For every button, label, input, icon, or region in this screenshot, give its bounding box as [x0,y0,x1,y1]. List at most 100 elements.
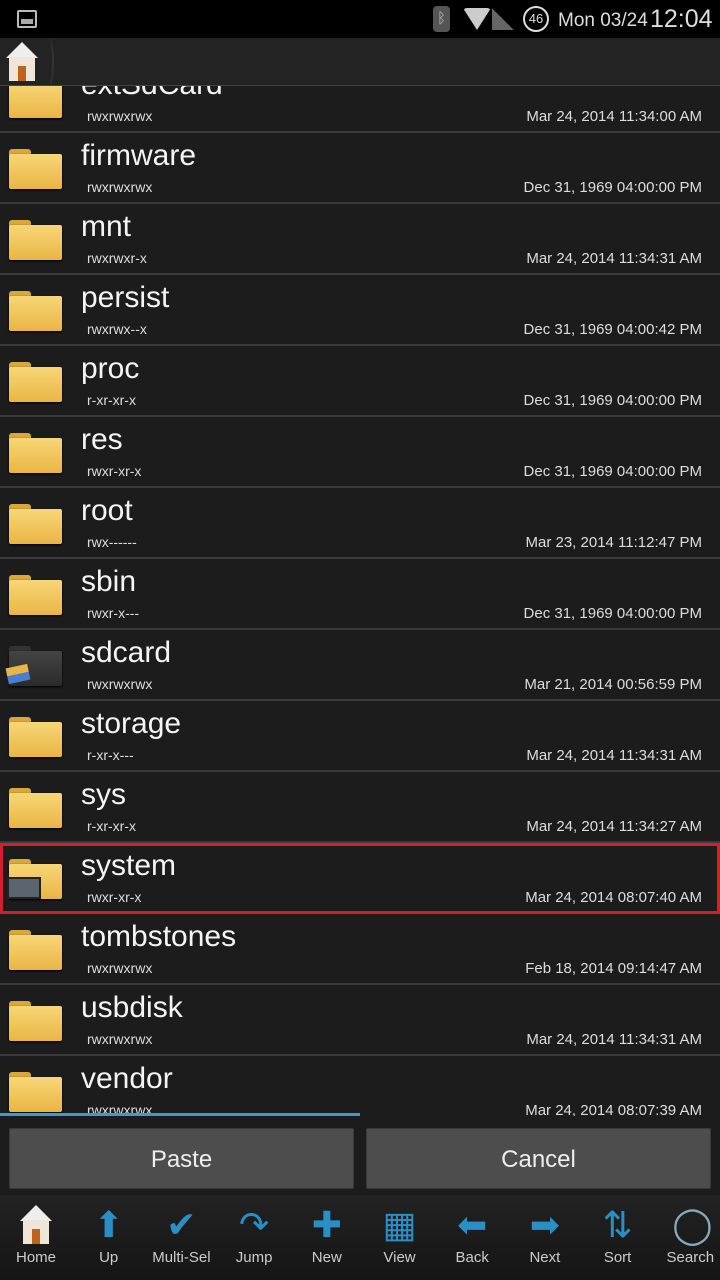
file-name: sbin [81,565,137,598]
file-name: extSdCard [81,86,223,102]
file-modified: Dec 31, 1969 04:00:00 PM [523,179,702,196]
file-modified: Dec 31, 1969 04:00:00 PM [523,392,702,409]
folder-icon [9,575,62,615]
file-name: persist [81,281,170,314]
folder-icon [9,433,62,473]
toolbar-search-button[interactable]: ◯ Search [654,1195,720,1280]
file-permissions: rwxrwxrwx [87,960,153,976]
file-modified: Mar 24, 2014 11:34:00 AM [526,108,702,125]
file-name: sdcard [81,636,172,669]
status-time: 12:04 [650,5,713,33]
file-modified: Mar 24, 2014 11:34:27 AM [526,818,702,835]
toolbar-view-button[interactable]: ▦ View [364,1195,436,1280]
file-name: vendor [81,1062,173,1095]
wifi-icon [463,8,491,30]
file-modified: Feb 18, 2014 09:14:47 AM [525,960,702,977]
up-arrow-icon: ⬆ [93,1204,124,1245]
file-name: tombstones [81,920,237,953]
home-icon [4,42,40,82]
file-permissions: rwxr-xr-x [87,463,142,479]
toolbar-label: Up [99,1249,119,1266]
file-permissions: rwxr-x--- [87,605,140,621]
right-arrow-icon: ➡ [529,1204,560,1245]
file-permissions: rwxrwxrwx [87,676,153,692]
file-row[interactable]: storage r-xr-x--- Mar 24, 2014 11:34:31 … [0,701,720,772]
toolbar-label: Back [455,1249,489,1266]
search-icon: ◯ [672,1204,713,1245]
folder-icon [9,220,62,260]
battery-icon: 46 [523,6,549,32]
file-permissions: rwxrwxr-x [87,250,147,266]
file-permissions: rwxr-xr-x [87,889,142,905]
file-modified: Dec 31, 1969 04:00:00 PM [523,605,702,622]
folder-icon [9,291,62,331]
file-modified: Mar 23, 2014 11:12:47 PM [525,534,703,551]
toolbar-up-button[interactable]: ⬆ Up [73,1195,145,1280]
file-modified: Mar 24, 2014 08:07:40 AM [525,889,702,906]
sort-icon: ⇅ [602,1204,633,1245]
toolbar-label: Multi-Sel [152,1249,211,1266]
system-folder-icon [7,859,62,899]
toolbar-label: Search [666,1249,715,1266]
toolbar-multi-sel-button[interactable]: ✔ Multi-Sel [145,1195,217,1280]
toolbar-next-button[interactable]: ➡ Next [509,1195,581,1280]
cancel-button[interactable]: Cancel [366,1128,711,1189]
file-row[interactable]: firmware rwxrwxrwx Dec 31, 1969 04:00:00… [0,133,720,204]
toolbar-label: New [311,1249,342,1266]
breadcrumb-home[interactable] [4,42,40,82]
folder-icon [9,504,62,544]
file-row[interactable]: extSdCard rwxrwxrwx Mar 24, 2014 11:34:0… [0,86,720,133]
folder-icon [9,930,62,970]
folder-icon [9,86,62,118]
file-row[interactable]: proc r-xr-xr-x Dec 31, 1969 04:00:00 PM [0,346,720,417]
folder-icon [9,1072,62,1112]
file-permissions: rwxrwxrwx [87,179,153,195]
file-permissions: rwxrwxrwx [87,1031,153,1047]
file-row[interactable]: root rwx------ Mar 23, 2014 11:12:47 PM [0,488,720,559]
bluetooth-icon: ᛒ [433,6,450,32]
folder-icon [9,149,62,189]
signal-icon [492,8,514,30]
toolbar-back-button[interactable]: ⬅ Back [436,1195,508,1280]
jump-arrow-icon: ↷ [239,1204,270,1245]
file-row[interactable]: vendor rwxrwxrwx Mar 24, 2014 08:07:39 A… [0,1056,720,1116]
file-modified: Mar 24, 2014 11:34:31 AM [526,1031,702,1048]
folder-icon [9,362,62,402]
file-row[interactable]: system rwxr-xr-x Mar 24, 2014 08:07:40 A… [0,843,720,914]
toolbar-home-button[interactable]: Home [0,1195,72,1280]
file-name: storage [81,707,182,740]
grid-icon: ▦ [382,1204,417,1245]
file-row[interactable]: sdcard rwxrwxrwx Mar 21, 2014 00:56:59 P… [0,630,720,701]
file-permissions: r-xr-x--- [87,747,134,763]
toolbar-new-button[interactable]: ✚ New [291,1195,363,1280]
image-notification-icon [17,10,37,28]
file-row[interactable]: tombstones rwxrwxrwx Feb 18, 2014 09:14:… [0,914,720,985]
toolbar-label: Home [15,1249,56,1266]
bottom-toolbar: Home ⬆ Up ✔ Multi-Sel ↷ Jump ✚ New ▦ View ⬅ Back ➡ Nex… [0,1195,720,1280]
folder-icon [9,788,62,828]
toolbar-label: Sort [603,1249,632,1266]
file-name: sys [81,778,126,811]
paste-button[interactable]: Paste [9,1128,354,1189]
scrollbar[interactable] [0,1113,360,1116]
file-list[interactable]: extSdCard rwxrwxrwx Mar 24, 2014 11:34:0… [0,86,720,1116]
file-modified: Dec 31, 1969 04:00:00 PM [523,463,702,480]
toolbar-jump-button[interactable]: ↷ Jump [218,1195,290,1280]
file-row[interactable]: sbin rwxr-x--- Dec 31, 1969 04:00:00 PM [0,559,720,630]
file-row[interactable]: mnt rwxrwxr-x Mar 24, 2014 11:34:31 AM [0,204,720,275]
file-permissions: rwx------ [87,534,137,550]
file-row[interactable]: usbdisk rwxrwxrwx Mar 24, 2014 11:34:31 … [0,985,720,1056]
file-row[interactable]: sys r-xr-xr-x Mar 24, 2014 11:34:27 AM [0,772,720,843]
file-row[interactable]: res rwxr-xr-x Dec 31, 1969 04:00:00 PM [0,417,720,488]
left-arrow-icon: ⬅ [457,1204,488,1245]
file-modified: Mar 24, 2014 08:07:39 AM [525,1102,702,1116]
file-modified: Mar 24, 2014 11:34:31 AM [526,250,702,267]
plus-icon: ✚ [311,1204,342,1245]
file-row[interactable]: persist rwxrwx--x Dec 31, 1969 04:00:42 … [0,275,720,346]
file-name: firmware [81,139,197,172]
breadcrumb-separator [44,38,54,86]
toolbar-sort-button[interactable]: ⇅ Sort [582,1195,654,1280]
file-name: res [81,423,123,456]
checkmark-icon: ✔ [166,1204,197,1245]
folder-icon [9,717,62,757]
